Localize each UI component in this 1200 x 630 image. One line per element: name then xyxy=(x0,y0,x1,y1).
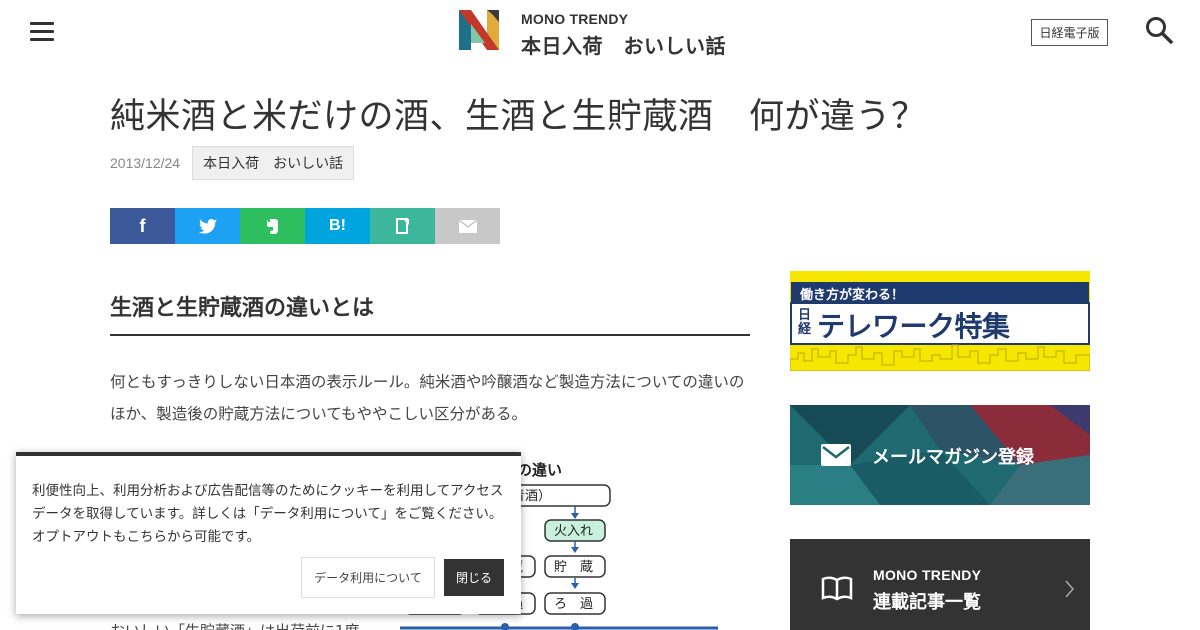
newsletter-signup-banner[interactable]: メールマガジン登録 xyxy=(790,405,1090,505)
diagram-filter-label: ろ 過 xyxy=(554,597,593,612)
article-paragraph-2: おいしい「生貯蔵酒」は出荷前に1度 xyxy=(110,620,360,630)
nikkei-digital-button[interactable]: 日経電子版 xyxy=(1031,19,1108,46)
twitter-icon xyxy=(198,218,217,234)
evernote-icon xyxy=(266,218,278,234)
hatena-bookmark-button[interactable]: B! xyxy=(305,208,370,244)
article-paragraph: 何ともすっきりしない日本酒の表示ルール。純米酒や吟醸酒など製造方法についての違い… xyxy=(110,373,745,423)
series-banner-title: 連載記事一覧 xyxy=(873,592,981,613)
series-list-banner[interactable]: MONO TRENDY 連載記事一覧 xyxy=(790,539,1090,630)
cookie-message: 利便性向上、利用分析および広告配信等のためにクッキーを利用してアクセスデータを取… xyxy=(32,483,504,545)
share-bar: f B! xyxy=(110,208,500,244)
chevron-right-icon xyxy=(1065,580,1074,598)
diagram-title: の違い xyxy=(517,461,562,479)
article-meta: 2013/12/24 本日入荷 おいしい話 xyxy=(110,146,355,180)
article-date: 2013/12/24 xyxy=(110,155,181,171)
bookmark-icon xyxy=(395,218,409,234)
book-icon xyxy=(821,576,853,601)
cookie-consent-banner: 利便性向上、利用分析および広告配信等のためにクッキーを利用してアクセスデータを取… xyxy=(16,452,521,614)
diagram-heating-label: 火入れ xyxy=(554,524,593,539)
data-usage-button[interactable]: データ利用について xyxy=(301,557,435,598)
logo-subtitle: MONO TRENDY xyxy=(521,11,629,27)
section-heading: 生酒と生貯蔵酒の違いとは xyxy=(110,290,750,336)
mail-share-button[interactable] xyxy=(435,208,500,244)
evernote-share-button[interactable] xyxy=(240,208,305,244)
mail-icon xyxy=(821,444,851,466)
menu-icon[interactable] xyxy=(30,22,54,42)
telework-feature-banner[interactable]: 働き方が変わる！ 日経 テレワーク特集 xyxy=(790,271,1090,371)
hatena-icon: B! xyxy=(329,217,346,234)
site-logo[interactable]: MONO TRENDY 本日入荷 おいしい話 xyxy=(459,10,726,59)
search-icon[interactable] xyxy=(1144,15,1174,45)
diagram-storage-label: 貯 蔵 xyxy=(554,560,593,575)
newsletter-label: メールマガジン登録 xyxy=(872,447,1034,468)
logo-n-icon xyxy=(459,10,499,50)
series-tag[interactable]: 本日入荷 おいしい話 xyxy=(192,146,355,180)
article-title: 純米酒と米だけの酒、生酒と生貯蔵酒 何が違う？ xyxy=(110,97,927,137)
mail-icon xyxy=(458,219,477,233)
series-banner-subtitle: MONO TRENDY xyxy=(873,567,982,583)
telework-title: テレワーク特集 xyxy=(817,310,1010,343)
logo-title: 本日入荷 おいしい話 xyxy=(521,34,726,58)
facebook-share-button[interactable]: f xyxy=(110,208,175,244)
telework-kicker: 働き方が変わる！ xyxy=(800,288,905,303)
facebook-icon: f xyxy=(139,215,146,236)
pocket-share-button[interactable] xyxy=(370,208,435,244)
twitter-share-button[interactable] xyxy=(175,208,240,244)
telework-brand: 日経 xyxy=(798,308,812,337)
close-cookie-button[interactable]: 閉じる xyxy=(444,559,504,596)
